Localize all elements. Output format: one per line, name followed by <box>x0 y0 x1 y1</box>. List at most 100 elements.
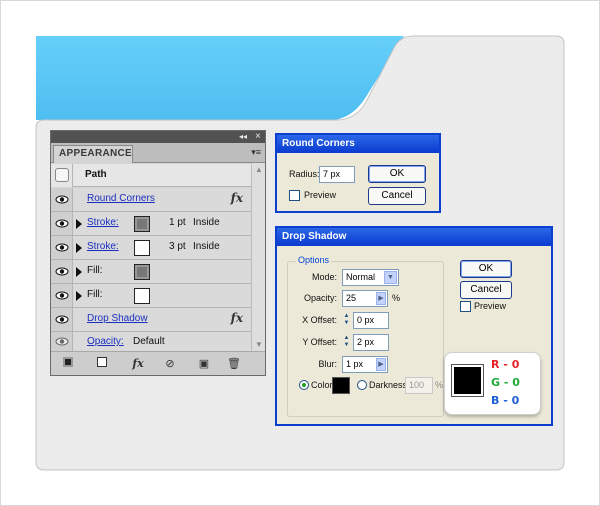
x-offset-stepper-icon[interactable]: ▲ ▼ <box>342 313 351 328</box>
new-art-icon[interactable] <box>61 357 75 371</box>
green-value: G - 0 <box>491 376 520 389</box>
chevron-down-icon[interactable]: ▼ <box>384 271 397 284</box>
appearance-row-stroke-1[interactable]: Stroke: 1 pt Inside <box>51 212 265 236</box>
stroke-link[interactable]: Stroke: <box>87 217 119 228</box>
blur-input-value: 1 px <box>346 359 364 369</box>
cancel-button[interactable]: Cancel <box>368 187 426 205</box>
fill-label: Fill: <box>87 289 103 300</box>
tab-appearance[interactable]: APPEARANCE <box>53 145 133 163</box>
x-offset-label: X Offset: <box>302 315 337 325</box>
stroke-swatch[interactable] <box>134 216 150 232</box>
stroke-align: Inside <box>193 217 220 228</box>
panel-scrollbar[interactable]: ▲ ▼ <box>251 163 265 351</box>
stroke-link[interactable]: Stroke: <box>87 241 119 252</box>
eye-icon[interactable] <box>55 315 69 324</box>
delete-icon[interactable]: 🗑 <box>227 357 241 371</box>
color-radio[interactable] <box>299 380 309 390</box>
fx-icon[interactable]: fx <box>231 191 243 205</box>
close-icon[interactable]: × <box>255 131 261 143</box>
darkness-unit: % <box>435 380 444 390</box>
opacity-input[interactable]: 25 ▶ <box>342 290 388 307</box>
y-offset-label: Y Offset: <box>302 337 337 347</box>
eye-col <box>51 308 73 331</box>
panel-bottom-toolbar: fx ⊘ ▣ 🗑 <box>51 351 265 375</box>
eye-icon[interactable] <box>55 291 69 300</box>
rgb-color-badge: R - 0 G - 0 B - 0 <box>444 352 541 415</box>
appearance-row-stroke-2[interactable]: Stroke: 3 pt Inside <box>51 236 265 260</box>
mode-label: Mode: <box>311 272 337 282</box>
eye-icon[interactable] <box>55 267 69 276</box>
clear-icon[interactable]: ⊘ <box>163 357 177 371</box>
drop-shadow-title[interactable]: Drop Shadow <box>277 228 551 246</box>
add-effect-icon[interactable]: fx <box>131 357 145 371</box>
opacity-value: Default <box>133 336 165 347</box>
shadow-color-swatch[interactable] <box>332 377 350 394</box>
panel-menu-icon[interactable]: ▾≡ <box>251 147 261 158</box>
x-offset-input[interactable]: 0 px <box>353 312 389 329</box>
round-corners-dialog: Round Corners Radius: 7 px Preview OK Ca… <box>275 133 441 213</box>
round-corners-link[interactable]: Round Corners <box>87 193 155 204</box>
ok-button[interactable]: OK <box>368 165 426 183</box>
scroll-down-icon[interactable]: ▼ <box>255 340 263 349</box>
path-thumbnail-icon <box>55 168 69 182</box>
eye-col <box>51 188 73 211</box>
eye-col <box>51 236 73 259</box>
path-row[interactable]: Path <box>51 164 265 187</box>
chevron-right-icon[interactable]: ▶ <box>376 292 386 305</box>
eye-col <box>51 212 73 235</box>
drop-shadow-link[interactable]: Drop Shadow <box>87 313 148 324</box>
preview-label: Preview <box>474 301 507 311</box>
round-corners-title[interactable]: Round Corners <box>277 135 439 153</box>
expand-triangle-icon[interactable] <box>76 267 82 277</box>
blue-value: B - 0 <box>491 394 520 407</box>
opacity-unit: % <box>392 293 401 303</box>
panel-title-bar[interactable]: ◂◂ × <box>51 131 265 143</box>
ok-button[interactable]: OK <box>460 260 512 278</box>
path-thumb-col <box>51 164 73 187</box>
preview-checkbox[interactable] <box>460 301 471 312</box>
darkness-input[interactable]: 100 <box>405 377 433 394</box>
panel-tab-row: APPEARANCE ▾≡ <box>51 143 265 163</box>
blur-label: Blur: <box>318 359 337 369</box>
collapse-icon[interactable]: ◂◂ <box>239 131 247 143</box>
expand-triangle-icon[interactable] <box>76 291 82 301</box>
preview-label: Preview <box>304 190 337 200</box>
options-group: Options Mode: Normal ▼ Opacity: 25 ▶ % X… <box>287 255 444 417</box>
preview-checkbox[interactable] <box>289 190 300 201</box>
eye-icon[interactable] <box>55 243 69 252</box>
opacity-link[interactable]: Opacity: <box>87 336 124 347</box>
stroke-swatch[interactable] <box>134 240 150 256</box>
fill-swatch[interactable] <box>134 288 150 304</box>
red-value: R - 0 <box>491 358 520 371</box>
y-offset-stepper-icon[interactable]: ▲ ▼ <box>342 335 351 350</box>
appearance-row-drop-shadow[interactable]: Drop Shadow fx <box>51 308 265 332</box>
fx-icon[interactable]: fx <box>231 311 243 325</box>
scroll-up-icon[interactable]: ▲ <box>255 165 263 174</box>
y-offset-input[interactable]: 2 px <box>353 334 389 351</box>
appearance-row-fill-1[interactable]: Fill: <box>51 260 265 284</box>
eye-icon[interactable] <box>55 337 69 346</box>
eye-icon[interactable] <box>55 219 69 228</box>
fill-label: Fill: <box>87 265 103 276</box>
appearance-row-round-corners[interactable]: Round Corners fx <box>51 188 265 212</box>
opacity-input-value: 25 <box>346 293 357 303</box>
darkness-radio[interactable] <box>357 380 367 390</box>
mode-value: Normal <box>346 272 376 282</box>
appearance-row-opacity[interactable]: Opacity: Default <box>51 332 265 351</box>
clear-appearance-icon[interactable] <box>95 357 109 371</box>
duplicate-icon[interactable]: ▣ <box>197 357 211 371</box>
radius-input[interactable]: 7 px <box>319 166 355 183</box>
path-label: Path <box>85 169 107 180</box>
expand-triangle-icon[interactable] <box>76 243 82 253</box>
appearance-row-fill-2[interactable]: Fill: <box>51 284 265 308</box>
eye-col <box>51 284 73 307</box>
expand-triangle-icon[interactable] <box>76 219 82 229</box>
options-legend: Options <box>296 255 332 265</box>
mode-select[interactable]: Normal ▼ <box>342 269 399 286</box>
blur-input[interactable]: 1 px ▶ <box>342 356 388 373</box>
fill-swatch[interactable] <box>134 264 150 280</box>
chevron-right-icon[interactable]: ▶ <box>376 358 386 371</box>
cancel-button[interactable]: Cancel <box>460 281 512 299</box>
eye-icon[interactable] <box>55 195 69 204</box>
stroke-weight: 1 pt <box>169 217 186 228</box>
